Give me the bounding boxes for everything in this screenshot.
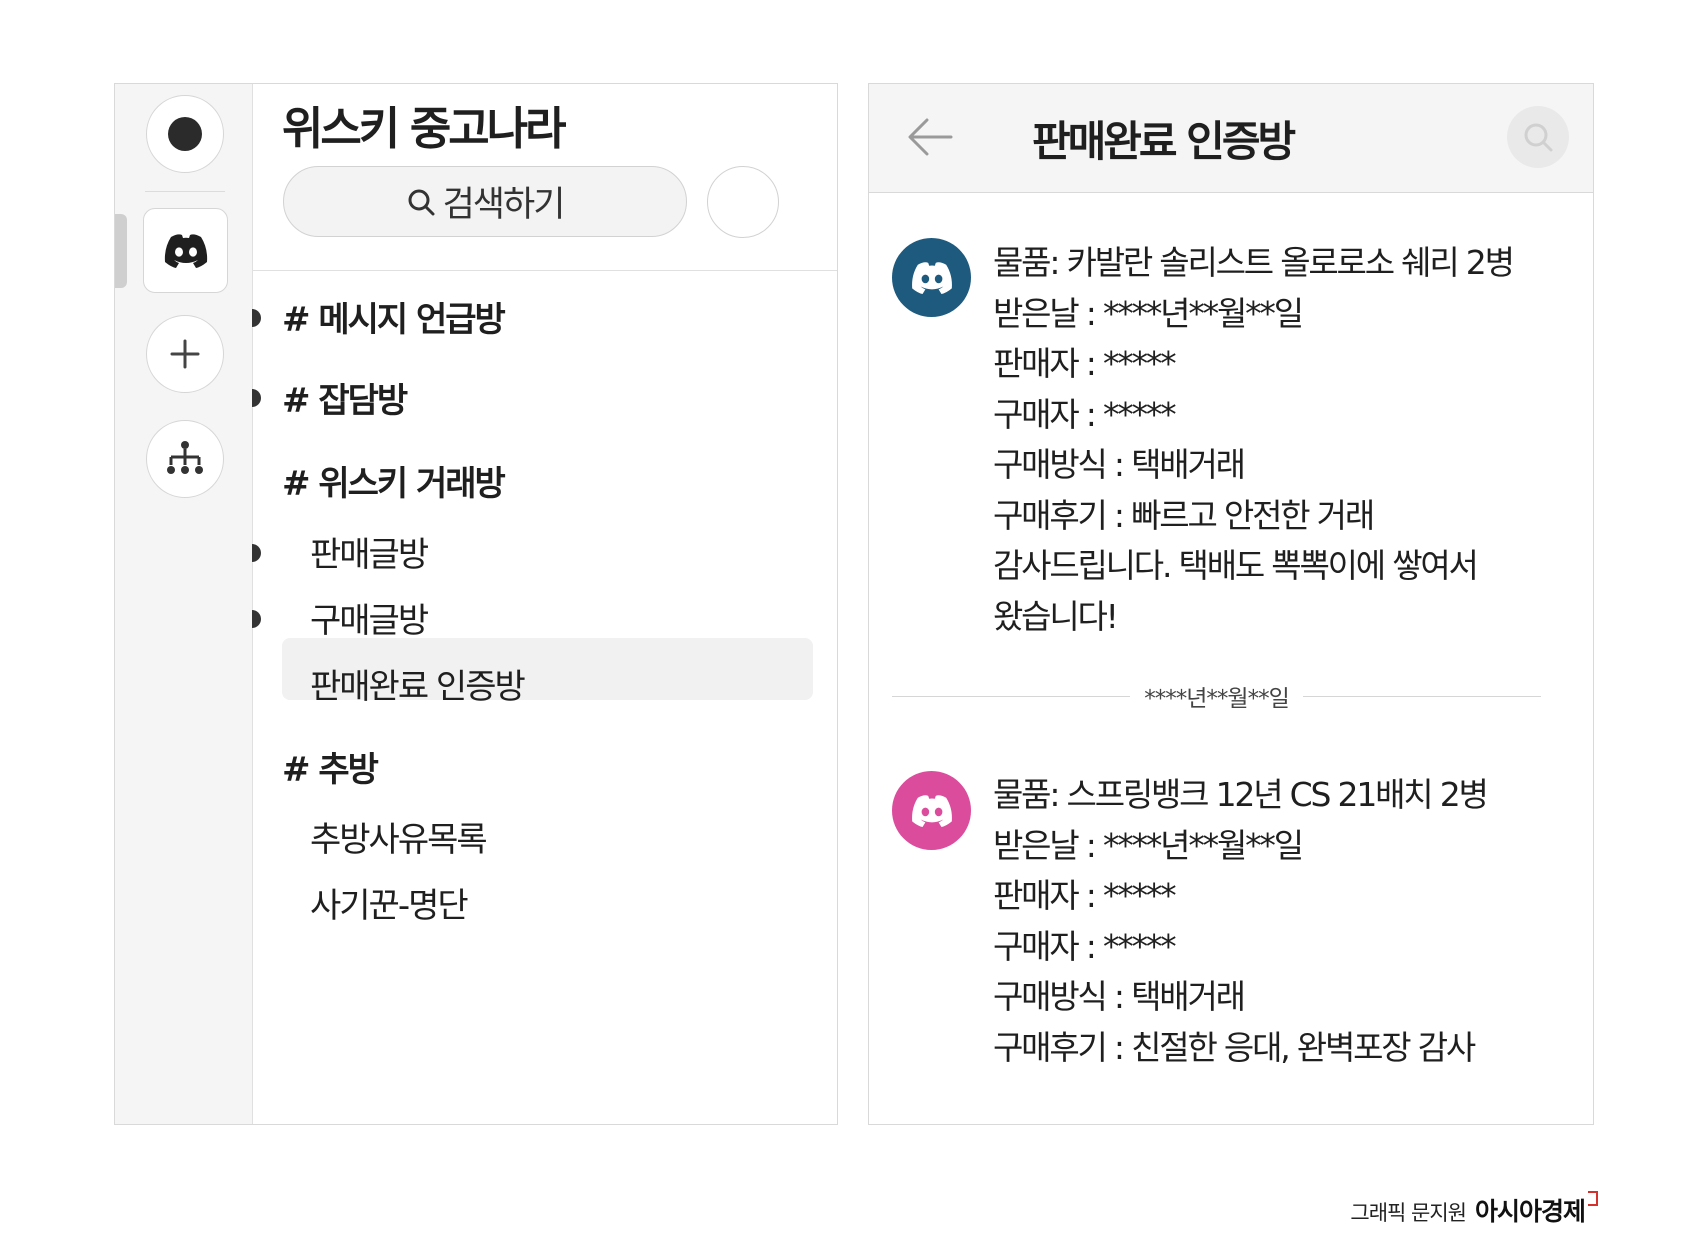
date-separator-label: ****년**월**일: [1144, 686, 1289, 712]
header-divider: [252, 270, 837, 271]
selected-server-indicator: [115, 214, 127, 288]
back-arrow-icon[interactable]: [905, 112, 955, 162]
discord-icon: [911, 794, 952, 827]
message-line: 감사드립니다. 택배도 뽁뽁이에 쌓여서: [993, 546, 1479, 585]
category-whisky-trade[interactable]: # 위스키 거래방: [282, 456, 506, 505]
home-dot-icon: [168, 117, 202, 151]
message-line: 왔습니다!: [993, 596, 1119, 636]
message-line: 받은날 : ****년**월**일: [993, 825, 1304, 865]
channel-buying[interactable]: 구매글방: [310, 593, 429, 642]
chat-panel: 판매완료 인증방 물품: 카발란 솔리스트 올로로소 쉐리 2병 받은날 : *…: [868, 83, 1594, 1125]
category-ban[interactable]: # 추방: [282, 742, 379, 791]
search-button[interactable]: 검색하기: [283, 166, 687, 237]
channel-mentions[interactable]: # 메시지 언급방: [282, 292, 506, 341]
discord-icon: [911, 261, 952, 294]
search-label: 검색하기: [442, 185, 566, 225]
brand-mark-icon: [1588, 1191, 1598, 1206]
server-sidebar-panel: 위스키 중고나라 검색하기 # 메시지 언급방 # 잡담방 # 위스키 거래방 …: [114, 83, 838, 1125]
separator-line: [1302, 695, 1542, 697]
avatar[interactable]: [892, 771, 971, 850]
channel-ban-reasons[interactable]: 추방사유목록: [310, 812, 488, 861]
channel-selling[interactable]: 판매글방: [310, 527, 429, 576]
chat-search-button[interactable]: [1507, 106, 1569, 168]
unread-indicator: [252, 544, 261, 562]
message-line: 구매자 : *****: [993, 926, 1177, 966]
profile-button[interactable]: [707, 166, 779, 238]
chat-message: 물품: 카발란 솔리스트 올로로소 쉐리 2병 받은날 : ****년**월**…: [993, 238, 1515, 642]
credit-text: 그래픽 문지원: [1350, 1201, 1467, 1225]
message-line: 물품: 스프링뱅크 12년 CS 21배치 2병: [993, 775, 1489, 814]
unread-indicator: [252, 389, 261, 407]
graphic-credit: 그래픽 문지원 아시아경제: [1350, 1191, 1598, 1228]
message-line: 구매후기 : 빠르고 안전한 거래: [993, 495, 1375, 535]
date-separator: ****년**월**일: [892, 684, 1542, 712]
message-line: 구매후기 : 친절한 응대, 완벽포장 감사: [993, 1027, 1476, 1067]
unread-indicator: [252, 309, 261, 327]
discord-icon: [164, 233, 207, 268]
explore-servers-button[interactable]: [146, 420, 224, 498]
search-icon: [408, 189, 435, 215]
chat-message: 물품: 스프링뱅크 12년 CS 21배치 2병 받은날 : ****년**월*…: [993, 770, 1489, 1073]
separator-line: [892, 695, 1131, 697]
message-line: 구매방식 : 택배거래: [993, 977, 1246, 1016]
plus-icon: [170, 339, 200, 369]
server-button-discord[interactable]: [143, 208, 228, 293]
server-tree-icon: [167, 441, 203, 474]
unread-indicator: [252, 610, 261, 628]
server-icon-rail: [115, 84, 253, 1124]
message-line: 구매방식 : 택배거래: [993, 445, 1246, 484]
rail-divider: [145, 191, 225, 192]
message-line: 판매자 : *****: [993, 876, 1177, 915]
avatar[interactable]: [892, 238, 971, 317]
message-line: 구매자 : *****: [993, 394, 1177, 434]
home-button[interactable]: [146, 95, 224, 173]
channel-scammer-list[interactable]: 사기꾼-명단: [310, 878, 469, 927]
message-line: 판매자 : *****: [993, 344, 1177, 383]
chat-header: 판매완료 인증방: [869, 84, 1593, 193]
channel-sold-verification[interactable]: 판매완료 인증방: [310, 659, 526, 708]
message-line: 받은날 : ****년**월**일: [993, 293, 1304, 333]
search-icon: [1524, 123, 1553, 152]
channel-chat[interactable]: # 잡담방: [282, 373, 408, 422]
message-line: 물품: 카발란 솔리스트 올로로소 쉐리 2병: [993, 243, 1515, 282]
add-server-button[interactable]: [146, 315, 224, 393]
server-title: 위스키 중고나라: [282, 102, 566, 155]
chat-channel-title: 판매완료 인증방: [1032, 117, 1296, 166]
brand-logo-text: 아시아경제: [1474, 1197, 1586, 1226]
